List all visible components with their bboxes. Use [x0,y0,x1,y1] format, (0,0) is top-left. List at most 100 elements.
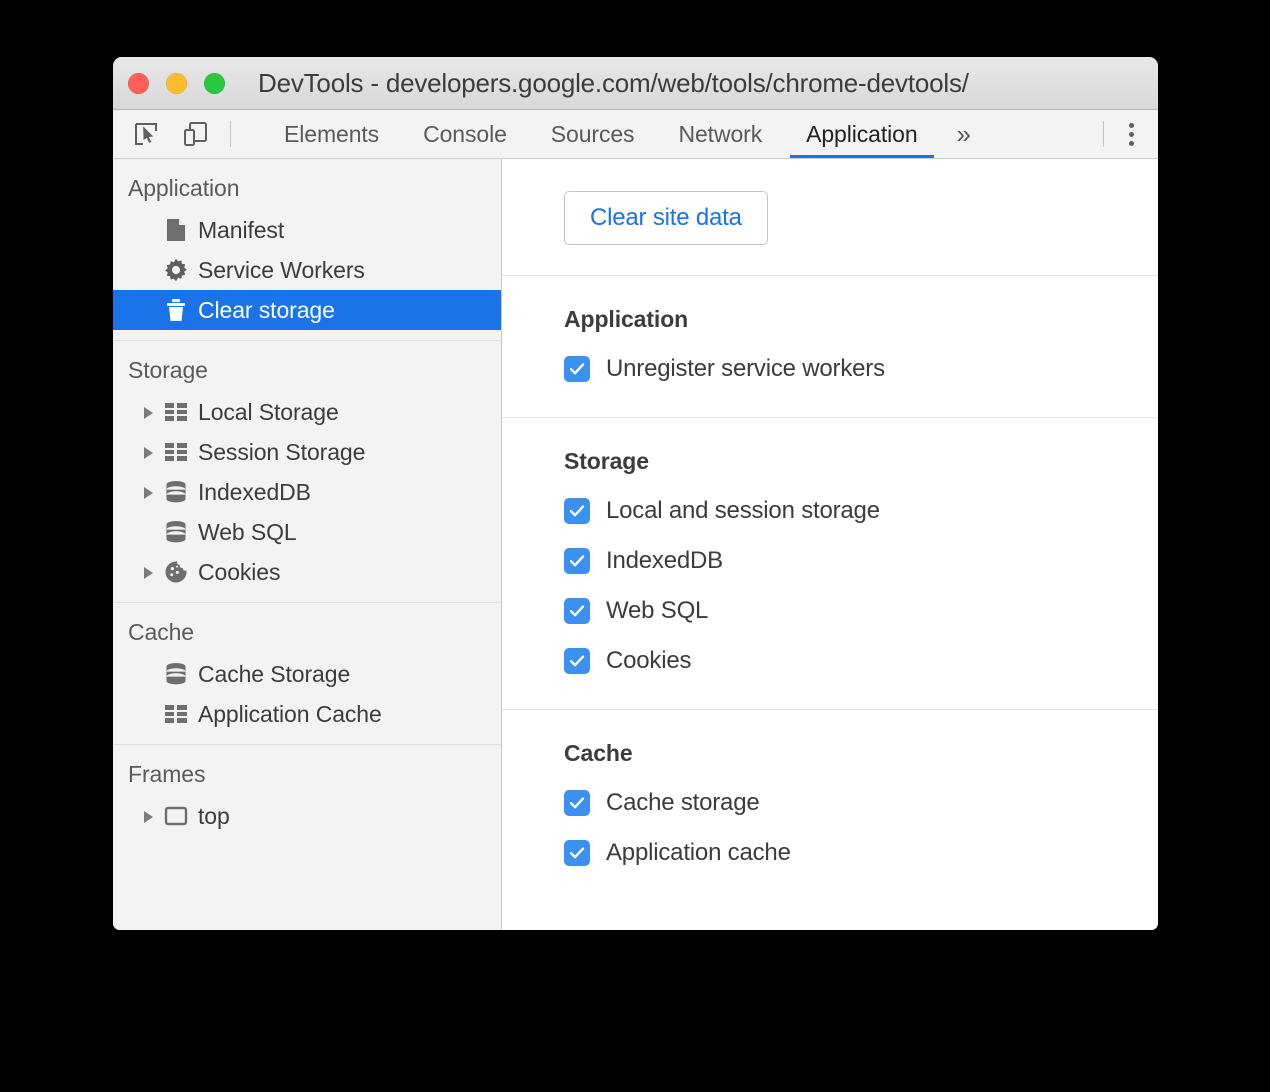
database-icon [163,519,189,545]
dot [1128,131,1134,137]
sidebar-item-session-storage[interactable]: Session Storage [113,432,501,472]
panel-tabs: Elements Console Sources Network Applica… [262,110,988,158]
maximize-window-button[interactable] [204,72,225,94]
twisty-placeholder [141,221,159,239]
twisty-placeholder [141,665,159,683]
sidebar-item-cookies[interactable]: Cookies [113,552,501,592]
chevron-right-icon[interactable] [141,483,159,501]
sidebar-item-top-frame[interactable]: top [113,796,501,836]
checkbox-row-web-sql[interactable]: Web SQL [564,597,1158,625]
tab-network[interactable]: Network [656,110,784,158]
tab-console[interactable]: Console [401,110,529,158]
section-heading: Application [564,306,689,332]
sidebar-item-label: Local Storage [198,398,339,425]
checkbox-checked-icon[interactable] [564,598,590,624]
checkbox-row-cache-storage[interactable]: Cache storage [564,789,1158,817]
toolbar-divider [230,121,231,147]
checkbox-checked-icon[interactable] [564,790,590,816]
tab-sources[interactable]: Sources [529,110,657,158]
table-icon [163,701,189,727]
sidebar-item-web-sql[interactable]: Web SQL [113,512,501,552]
sidebar-item-indexeddb[interactable]: IndexedDB [113,472,501,512]
sidebar-group-cache: Cache Cache Storage Application Cache [113,602,501,744]
application-sidebar: Application Manifest Service Workers Cle… [113,159,502,930]
sidebar-item-label: top [198,802,230,829]
document-icon [163,217,189,243]
clear-site-data-row: Clear site data [502,159,1158,276]
sidebar-item-label: Application Cache [198,700,382,727]
more-vertical-icon[interactable] [1104,110,1158,159]
checkbox-row-cookies[interactable]: Cookies [564,647,1158,675]
tab-overflow-chevron-icon[interactable]: » [940,110,988,158]
sidebar-item-label: IndexedDB [198,478,311,505]
sidebar-group-frames: Frames top [113,744,501,846]
devtools-tabbar: Elements Console Sources Network Applica… [113,110,1158,159]
checkbox-checked-icon[interactable] [564,840,590,866]
sidebar-item-label: Session Storage [198,438,366,465]
dot [1128,140,1134,146]
trash-icon [163,297,189,323]
checkbox-label: Cache storage [606,789,760,816]
tab-elements[interactable]: Elements [262,110,401,158]
twisty-placeholder [141,301,159,319]
twisty-placeholder [141,705,159,723]
checkbox-label: Web SQL [606,597,709,624]
sidebar-item-label: Web SQL [198,518,297,545]
checkbox-row-application-cache[interactable]: Application cache [564,839,1158,867]
twisty-placeholder [141,523,159,541]
twisty-placeholder [141,261,159,279]
database-icon [163,661,189,687]
tab-label: Network [678,120,763,147]
checkbox-label: IndexedDB [606,547,723,574]
checkbox-checked-icon[interactable] [564,498,590,524]
sidebar-item-application-cache[interactable]: Application Cache [113,694,501,734]
tab-label: Sources [550,120,635,147]
checkbox-label: Unregister service workers [606,355,885,382]
sidebar-item-cache-storage[interactable]: Cache Storage [113,654,501,694]
table-icon [163,439,189,465]
window-titlebar: DevTools - developers.google.com/web/too… [113,57,1158,110]
checkbox-label: Application cache [606,839,791,866]
tab-label: Console [423,120,507,147]
chevron-right-icon[interactable] [141,403,159,421]
section-heading: Storage [564,448,649,474]
tab-overflow-label: » [956,118,971,149]
sidebar-item-label: Service Workers [198,256,365,283]
clear-site-data-button[interactable]: Clear site data [564,191,768,245]
database-icon [163,479,189,505]
chevron-right-icon[interactable] [141,807,159,825]
sidebar-group-title: Storage [128,357,208,383]
checkbox-label: Cookies [606,647,692,674]
sidebar-item-label: Cookies [198,558,281,585]
checkbox-checked-icon[interactable] [564,356,590,382]
close-window-button[interactable] [128,72,149,94]
checkbox-checked-icon[interactable] [564,548,590,574]
device-toolbar-icon[interactable] [181,120,209,148]
checkbox-row-indexeddb[interactable]: IndexedDB [564,547,1158,575]
chevron-right-icon[interactable] [141,443,159,461]
checkbox-row-local-and-session-storage[interactable]: Local and session storage [564,497,1158,525]
gear-icon [163,257,189,283]
sidebar-item-service-workers[interactable]: Service Workers [113,250,501,290]
panel-section-application: Application Unregister service workers [502,276,1158,417]
sidebar-item-manifest[interactable]: Manifest [113,210,501,250]
frame-icon [163,803,189,829]
sidebar-group-title: Frames [128,761,206,787]
toolbar-icon-group [113,110,246,158]
checkbox-checked-icon[interactable] [564,648,590,674]
sidebar-item-local-storage[interactable]: Local Storage [113,392,501,432]
cookie-icon [163,559,189,585]
minimize-window-button[interactable] [166,72,187,94]
tab-application[interactable]: Application [784,110,939,158]
sidebar-group-title: Application [128,175,240,201]
devtools-body: Application Manifest Service Workers Cle… [113,159,1158,930]
tab-label: Application [806,120,918,147]
sidebar-group-storage: Storage Local Storage Session Storage In… [113,340,501,602]
checkbox-row-unregister-service-workers[interactable]: Unregister service workers [564,355,1158,383]
inspect-element-icon[interactable] [132,120,160,148]
sidebar-item-clear-storage[interactable]: Clear storage [113,290,501,330]
chevron-right-icon[interactable] [141,563,159,581]
checkbox-label: Local and session storage [606,497,880,524]
traffic-lights [128,72,225,94]
sidebar-group-application: Application Manifest Service Workers Cle… [113,159,501,340]
